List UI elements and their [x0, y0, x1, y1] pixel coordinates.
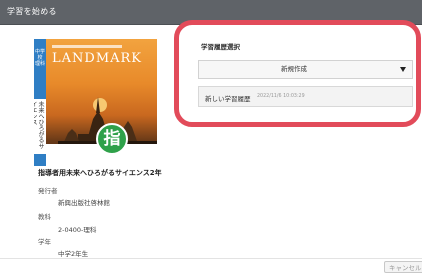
history-section-title: 学習履歴選択 [201, 43, 240, 51]
start-learning-dialog: 学習を始める 中学校 理科 LANDMARK 未来へひろがるサイエンス 指 指導… [0, 0, 422, 273]
grade-label: 学年 [38, 238, 51, 246]
footer-divider [0, 258, 422, 259]
publisher-value: 新興出版社啓林館 [58, 199, 110, 207]
subject-label: 教科 [38, 213, 51, 221]
book-title: 指導者用未来へひろがるサイエンス2年 [38, 169, 162, 177]
cover-strip-text: 中学校 理科 [35, 49, 46, 67]
dialog-titlebar: 学習を始める [0, 0, 422, 25]
history-list-item[interactable]: 新しい学習履歴 2022/11/6 10:03:29 [198, 86, 413, 107]
publisher-label: 発行者 [38, 187, 58, 195]
cover-vertical-title: 未来へひろがるサイエンス [34, 99, 46, 154]
grade-value: 中学2年生 [58, 250, 89, 258]
history-item-date: 2022/11/6 10:03:29 [257, 94, 305, 99]
cover-subtitle-bar [52, 45, 122, 48]
instructor-badge: 指 [96, 123, 128, 155]
history-item-label: 新しい学習履歴 [205, 95, 251, 103]
book-cover: 中学校 理科 LANDMARK 未来へひろがるサイエンス [34, 39, 157, 166]
cover-vertical-text: 未来へひろがるサイエンス [34, 101, 44, 149]
history-select-value: 新規作成 [281, 65, 307, 73]
cancel-button[interactable]: キャンセル [384, 261, 422, 273]
history-select[interactable]: 新規作成 [198, 60, 413, 79]
cover-logo: LANDMARK [52, 51, 143, 66]
subject-value: 2-0400-理科 [58, 226, 97, 234]
dropdown-arrow-icon[interactable] [400, 67, 406, 72]
dialog-title: 学習を始める [7, 7, 57, 16]
